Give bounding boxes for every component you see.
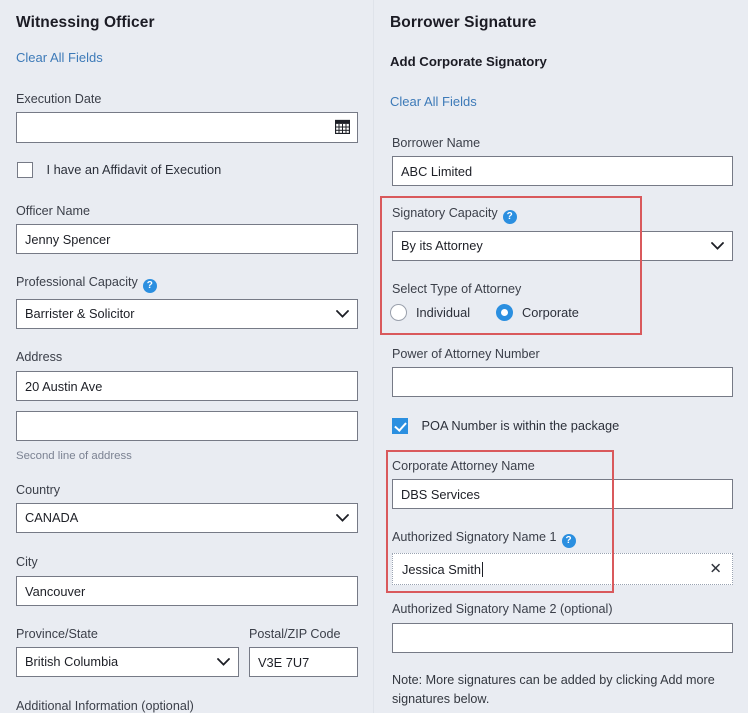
signatures-note: Note: More signatures can be added by cl…: [392, 673, 715, 706]
province-field-wrap: British Columbia: [16, 647, 239, 677]
chevron-down-icon: [336, 300, 349, 328]
corporate-attorney-name-input[interactable]: [392, 479, 733, 509]
address-line2-input[interactable]: [16, 411, 358, 441]
signatory-capacity-value: By its Attorney: [401, 238, 483, 253]
poa-checkbox-label[interactable]: POA Number is within the package: [421, 418, 619, 433]
chevron-down-icon: [336, 504, 349, 532]
affidavit-checkbox[interactable]: [17, 161, 33, 178]
chevron-down-icon: [711, 232, 724, 260]
authorized-signatory-1-label: Authorized Signatory Name 1?: [392, 530, 576, 548]
borrower-signature-title: Borrower Signature: [390, 14, 537, 31]
officer-name-input[interactable]: [16, 224, 358, 254]
address-line1-input[interactable]: [16, 371, 358, 401]
help-icon[interactable]: ?: [142, 279, 157, 293]
authorized-signatory-2-label: Authorized Signatory Name 2 (optional): [392, 602, 613, 616]
poa-checkbox[interactable]: [392, 417, 408, 434]
postal-input[interactable]: [249, 647, 358, 677]
authorized-signatory-2-field-wrap: [392, 623, 733, 653]
professional-capacity-select[interactable]: Barrister & Solicitor: [16, 299, 358, 329]
witnessing-officer-column: Witnessing Officer Clear All Fields Exec…: [0, 0, 374, 713]
page-title: Witnessing Officer: [16, 14, 155, 31]
attorney-type-corporate-option[interactable]: Corporate: [496, 304, 579, 321]
officer-name-field-wrap: [16, 224, 358, 254]
postal-label: Postal/ZIP Code: [249, 627, 341, 641]
corporate-attorney-name-label: Corporate Attorney Name: [392, 459, 535, 473]
province-value: British Columbia: [25, 654, 119, 669]
professional-capacity-label: Professional Capacity?: [16, 275, 157, 293]
chevron-down-icon: [217, 648, 230, 676]
signatory-capacity-label: Signatory Capacity?: [392, 206, 517, 224]
poa-number-field-wrap: [392, 367, 733, 397]
additional-info-label: Additional Information (optional): [16, 699, 194, 713]
officer-name-label: Officer Name: [16, 204, 90, 218]
country-field-wrap: CANADA: [16, 503, 358, 533]
city-label: City: [16, 555, 38, 569]
authorized-signatory-2-input[interactable]: [392, 623, 733, 653]
help-icon[interactable]: ?: [561, 534, 576, 548]
radio-corporate[interactable]: [496, 304, 513, 321]
signatory-capacity-field-wrap: By its Attorney: [392, 231, 733, 261]
execution-date-input[interactable]: [16, 112, 358, 143]
execution-date-field-wrap: [16, 112, 358, 143]
attorney-type-individual-option[interactable]: Individual: [390, 304, 470, 321]
city-input[interactable]: [16, 576, 358, 606]
province-select[interactable]: British Columbia: [16, 647, 239, 677]
address-label: Address: [16, 350, 63, 364]
country-value: CANADA: [25, 510, 79, 525]
signatory-capacity-label-text: Signatory Capacity: [392, 206, 498, 220]
postal-field-wrap: [249, 647, 358, 677]
address-line2-wrap: [16, 411, 358, 441]
affidavit-checkbox-row[interactable]: I have an Affidavit of Execution: [17, 161, 221, 179]
poa-number-input[interactable]: [392, 367, 733, 397]
professional-capacity-field-wrap: Barrister & Solicitor: [16, 299, 358, 329]
poa-checkbox-row[interactable]: POA Number is within the package: [392, 417, 619, 435]
attorney-type-label: Select Type of Attorney: [392, 282, 522, 296]
add-corporate-signatory-subtitle: Add Corporate Signatory: [390, 54, 547, 69]
radio-individual-label[interactable]: Individual: [416, 305, 470, 320]
radio-individual[interactable]: [390, 304, 407, 321]
text-cursor: [481, 561, 483, 577]
borrower-signature-column: Borrower Signature Add Corporate Signato…: [374, 0, 748, 713]
corporate-attorney-name-field-wrap: [392, 479, 733, 509]
signatory-capacity-select[interactable]: By its Attorney: [392, 231, 733, 261]
affidavit-checkbox-label[interactable]: I have an Affidavit of Execution: [46, 162, 221, 177]
clear-all-fields-link-left[interactable]: Clear All Fields: [16, 50, 103, 65]
address-line1-wrap: [16, 371, 358, 401]
poa-number-label: Power of Attorney Number: [392, 347, 540, 361]
authorized-signatory-1-field[interactable]: Jessica Smith ✕: [392, 553, 733, 585]
country-label: Country: [16, 483, 61, 497]
execution-date-label: Execution Date: [16, 92, 102, 106]
province-label: Province/State: [16, 627, 98, 641]
authorized-signatory-1-value: Jessica Smith: [402, 561, 481, 577]
borrower-name-label: Borrower Name: [392, 136, 481, 150]
borrower-name-input[interactable]: [392, 156, 733, 186]
country-select[interactable]: CANADA: [16, 503, 358, 533]
form-page: Witnessing Officer Clear All Fields Exec…: [0, 0, 748, 713]
professional-capacity-label-text: Professional Capacity: [16, 275, 138, 289]
authorized-signatory-1-label-text: Authorized Signatory Name 1: [392, 530, 557, 544]
borrower-name-field-wrap: [392, 156, 733, 186]
clear-all-fields-link-right[interactable]: Clear All Fields: [390, 94, 477, 109]
help-icon[interactable]: ?: [502, 210, 517, 224]
address-line2-hint: Second line of address: [16, 450, 132, 462]
radio-corporate-label[interactable]: Corporate: [522, 305, 579, 320]
city-field-wrap: [16, 576, 358, 606]
calendar-icon[interactable]: [334, 119, 351, 135]
close-icon[interactable]: ✕: [709, 562, 722, 577]
professional-capacity-value: Barrister & Solicitor: [25, 306, 135, 321]
